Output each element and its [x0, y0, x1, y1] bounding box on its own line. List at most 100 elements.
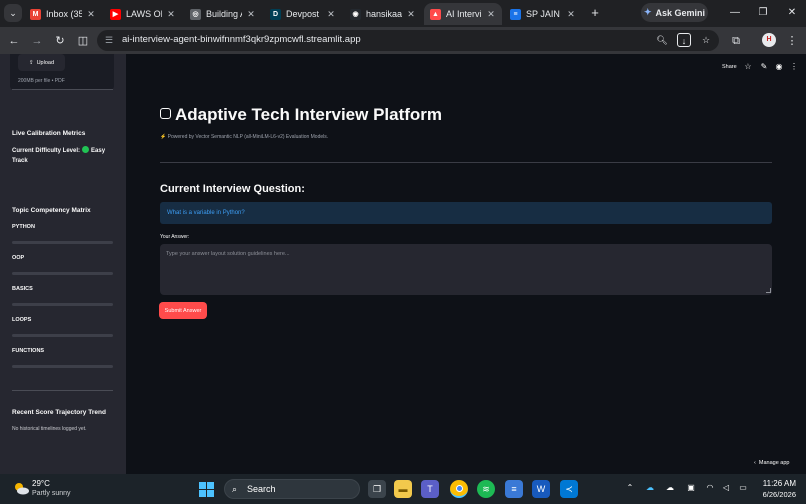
- upload-divider: [12, 89, 113, 90]
- volume-icon[interactable]: ◁: [720, 482, 732, 494]
- file-uploader[interactable]: ⇪ Upload 200MB per file • PDF: [10, 54, 114, 90]
- chevron-down-icon: ⌄: [9, 7, 17, 18]
- close-tab-icon[interactable]: ✕: [86, 9, 96, 20]
- share-button[interactable]: Share: [722, 64, 737, 70]
- tab-strip: ⌄ M Inbox (35 ✕ ▶ LAWS OF ✕ ◎ Building A ✕ D Devpo…: [0, 0, 806, 27]
- resize-grip-icon[interactable]: [766, 288, 771, 293]
- site-info-icon[interactable]: ☰: [105, 34, 118, 47]
- restore-button[interactable]: ❐: [755, 5, 771, 21]
- teams-button[interactable]: T: [421, 480, 439, 498]
- browser-tab[interactable]: M Inbox (35 ✕: [24, 3, 102, 25]
- url-text: ai-interview-agent-binwifnnmf3qkr9zpmcwf…: [122, 34, 361, 45]
- zoom-icon[interactable]: 🔍︎: [655, 33, 669, 47]
- star-icon[interactable]: ☆: [743, 62, 753, 72]
- chrome-button[interactable]: [450, 480, 468, 498]
- difficulty-prefix: Current Difficulty Level:: [12, 148, 81, 154]
- browser-tab[interactable]: ≡ SP JAIN S ✕: [504, 3, 582, 25]
- streamlit-icon: ▲: [430, 8, 441, 20]
- search-label: Search: [247, 484, 276, 494]
- task-view-button[interactable]: ❐: [368, 480, 386, 498]
- github-icon[interactable]: ◉: [774, 62, 784, 72]
- close-tab-icon[interactable]: ✕: [326, 9, 336, 20]
- chevron-up-icon[interactable]: ⌃: [624, 482, 636, 494]
- taskbar-search[interactable]: ⌕ Search: [224, 479, 360, 499]
- weather-desc: Partly sunny: [32, 490, 71, 497]
- back-button[interactable]: ←: [6, 33, 22, 49]
- bookmark-star-icon[interactable]: ☆: [699, 33, 713, 47]
- profile-avatar[interactable]: H: [762, 33, 776, 47]
- answer-textarea[interactable]: [160, 244, 772, 295]
- robot-icon: [160, 108, 171, 119]
- teams-icon: T: [427, 484, 433, 494]
- clock-date[interactable]: 6/26/2026: [752, 490, 796, 499]
- vscode-icon: ≺: [565, 483, 573, 494]
- start-button[interactable]: [197, 480, 215, 498]
- browser-tab[interactable]: ◎ Building A ✕: [184, 3, 262, 25]
- browser-tab[interactable]: ▶ LAWS OF ✕: [104, 3, 182, 25]
- address-bar[interactable]: ☰ ai-interview-agent-binwifnnmf3qkr9zpmc…: [97, 30, 719, 51]
- ask-gemini-label: Ask Gemini: [655, 7, 706, 18]
- reload-button[interactable]: ↻: [52, 33, 68, 49]
- puzzle-icon: ⧉: [732, 35, 740, 47]
- skill-progress-bar: [12, 365, 113, 368]
- clock-time[interactable]: 11:26 AM: [758, 479, 796, 488]
- weather-temp: 29°C: [32, 479, 50, 488]
- browser-tab[interactable]: ◉ hansikaa1 ✕: [344, 3, 422, 25]
- wifi-icon[interactable]: ◠: [704, 482, 716, 494]
- page-caption: ⚡ Powered by Vector Semantic NLP (all-Mi…: [160, 134, 329, 140]
- youtube-icon: ▶: [110, 8, 121, 20]
- split-view-icon: ◫: [77, 35, 89, 47]
- forward-button[interactable]: →: [29, 33, 45, 49]
- notepad-button[interactable]: ≡: [505, 480, 523, 498]
- close-tab-icon[interactable]: ✕: [166, 9, 176, 20]
- close-tab-icon[interactable]: ✕: [566, 9, 576, 20]
- minimize-button[interactable]: —: [727, 5, 743, 21]
- gmail-icon: M: [30, 8, 41, 20]
- trend-empty-message: No historical timelines logged yet.: [12, 426, 87, 432]
- page-title-text: Adaptive Tech Interview Platform: [175, 105, 443, 124]
- app-menu-icon[interactable]: ⋮: [789, 62, 799, 72]
- browser-tab[interactable]: D Devpost ✕: [264, 3, 342, 25]
- manage-app-button[interactable]: ‹ Manage app: [754, 460, 790, 466]
- extensions-button[interactable]: ⧉: [728, 33, 744, 49]
- tab-label: AI Intervi: [446, 9, 482, 19]
- page-title: Adaptive Tech Interview Platform: [160, 105, 442, 125]
- submit-answer-button[interactable]: Submit Answer: [159, 302, 207, 319]
- install-app-icon[interactable]: ↓: [677, 33, 691, 47]
- close-tab-icon[interactable]: ✕: [486, 9, 496, 20]
- onedrive-icon[interactable]: ☁: [644, 482, 656, 494]
- spotify-button[interactable]: ≋: [477, 480, 495, 498]
- browser-toolbar: ← → ↻ ◫ ☰ ai-interview-agent-binwifnnmf3…: [0, 27, 806, 54]
- ask-gemini-button[interactable]: ✦ Ask Gemini: [641, 3, 708, 22]
- vscode-button[interactable]: ≺: [560, 480, 578, 498]
- folder-icon: ▬: [398, 484, 408, 494]
- cloud-icon[interactable]: ☁: [664, 482, 676, 494]
- upload-button[interactable]: ⇪ Upload: [18, 54, 65, 71]
- arrow-right-icon: →: [31, 35, 43, 47]
- file-explorer-button[interactable]: ▬: [394, 480, 412, 498]
- skill-label: OOP: [12, 255, 25, 261]
- question-heading: Current Interview Question:: [160, 183, 305, 195]
- github-icon: ◉: [350, 8, 361, 20]
- close-window-button[interactable]: ✕: [784, 5, 800, 21]
- word-button[interactable]: W: [532, 480, 550, 498]
- partly-sunny-icon[interactable]: [13, 481, 29, 495]
- battery-icon[interactable]: ▭: [737, 482, 749, 494]
- display-icon[interactable]: ▣: [685, 482, 697, 494]
- edit-icon[interactable]: ✎: [759, 62, 769, 72]
- new-tab-button[interactable]: +: [588, 5, 602, 21]
- close-tab-icon[interactable]: ✕: [406, 9, 416, 20]
- calibration-title: Live Calibration Metrics: [12, 130, 86, 137]
- tab-label: Devpost: [286, 9, 320, 19]
- browser-menu-button[interactable]: ⋮: [784, 33, 800, 49]
- competency-title: Topic Competency Matrix: [12, 207, 91, 214]
- word-icon: W: [536, 484, 546, 494]
- upload-hint: 200MB per file • PDF: [18, 78, 65, 84]
- close-tab-icon[interactable]: ✕: [246, 9, 256, 20]
- question-box: What is a variable in Python?: [160, 202, 772, 224]
- tab-search-button[interactable]: ⌄: [4, 4, 22, 22]
- skill-progress-bar: [12, 334, 113, 337]
- browser-tab[interactable]: ▲ AI Intervi ✕: [424, 3, 502, 25]
- kebab-menu-icon: ⋮: [786, 35, 798, 47]
- split-view-button[interactable]: ◫: [75, 33, 91, 49]
